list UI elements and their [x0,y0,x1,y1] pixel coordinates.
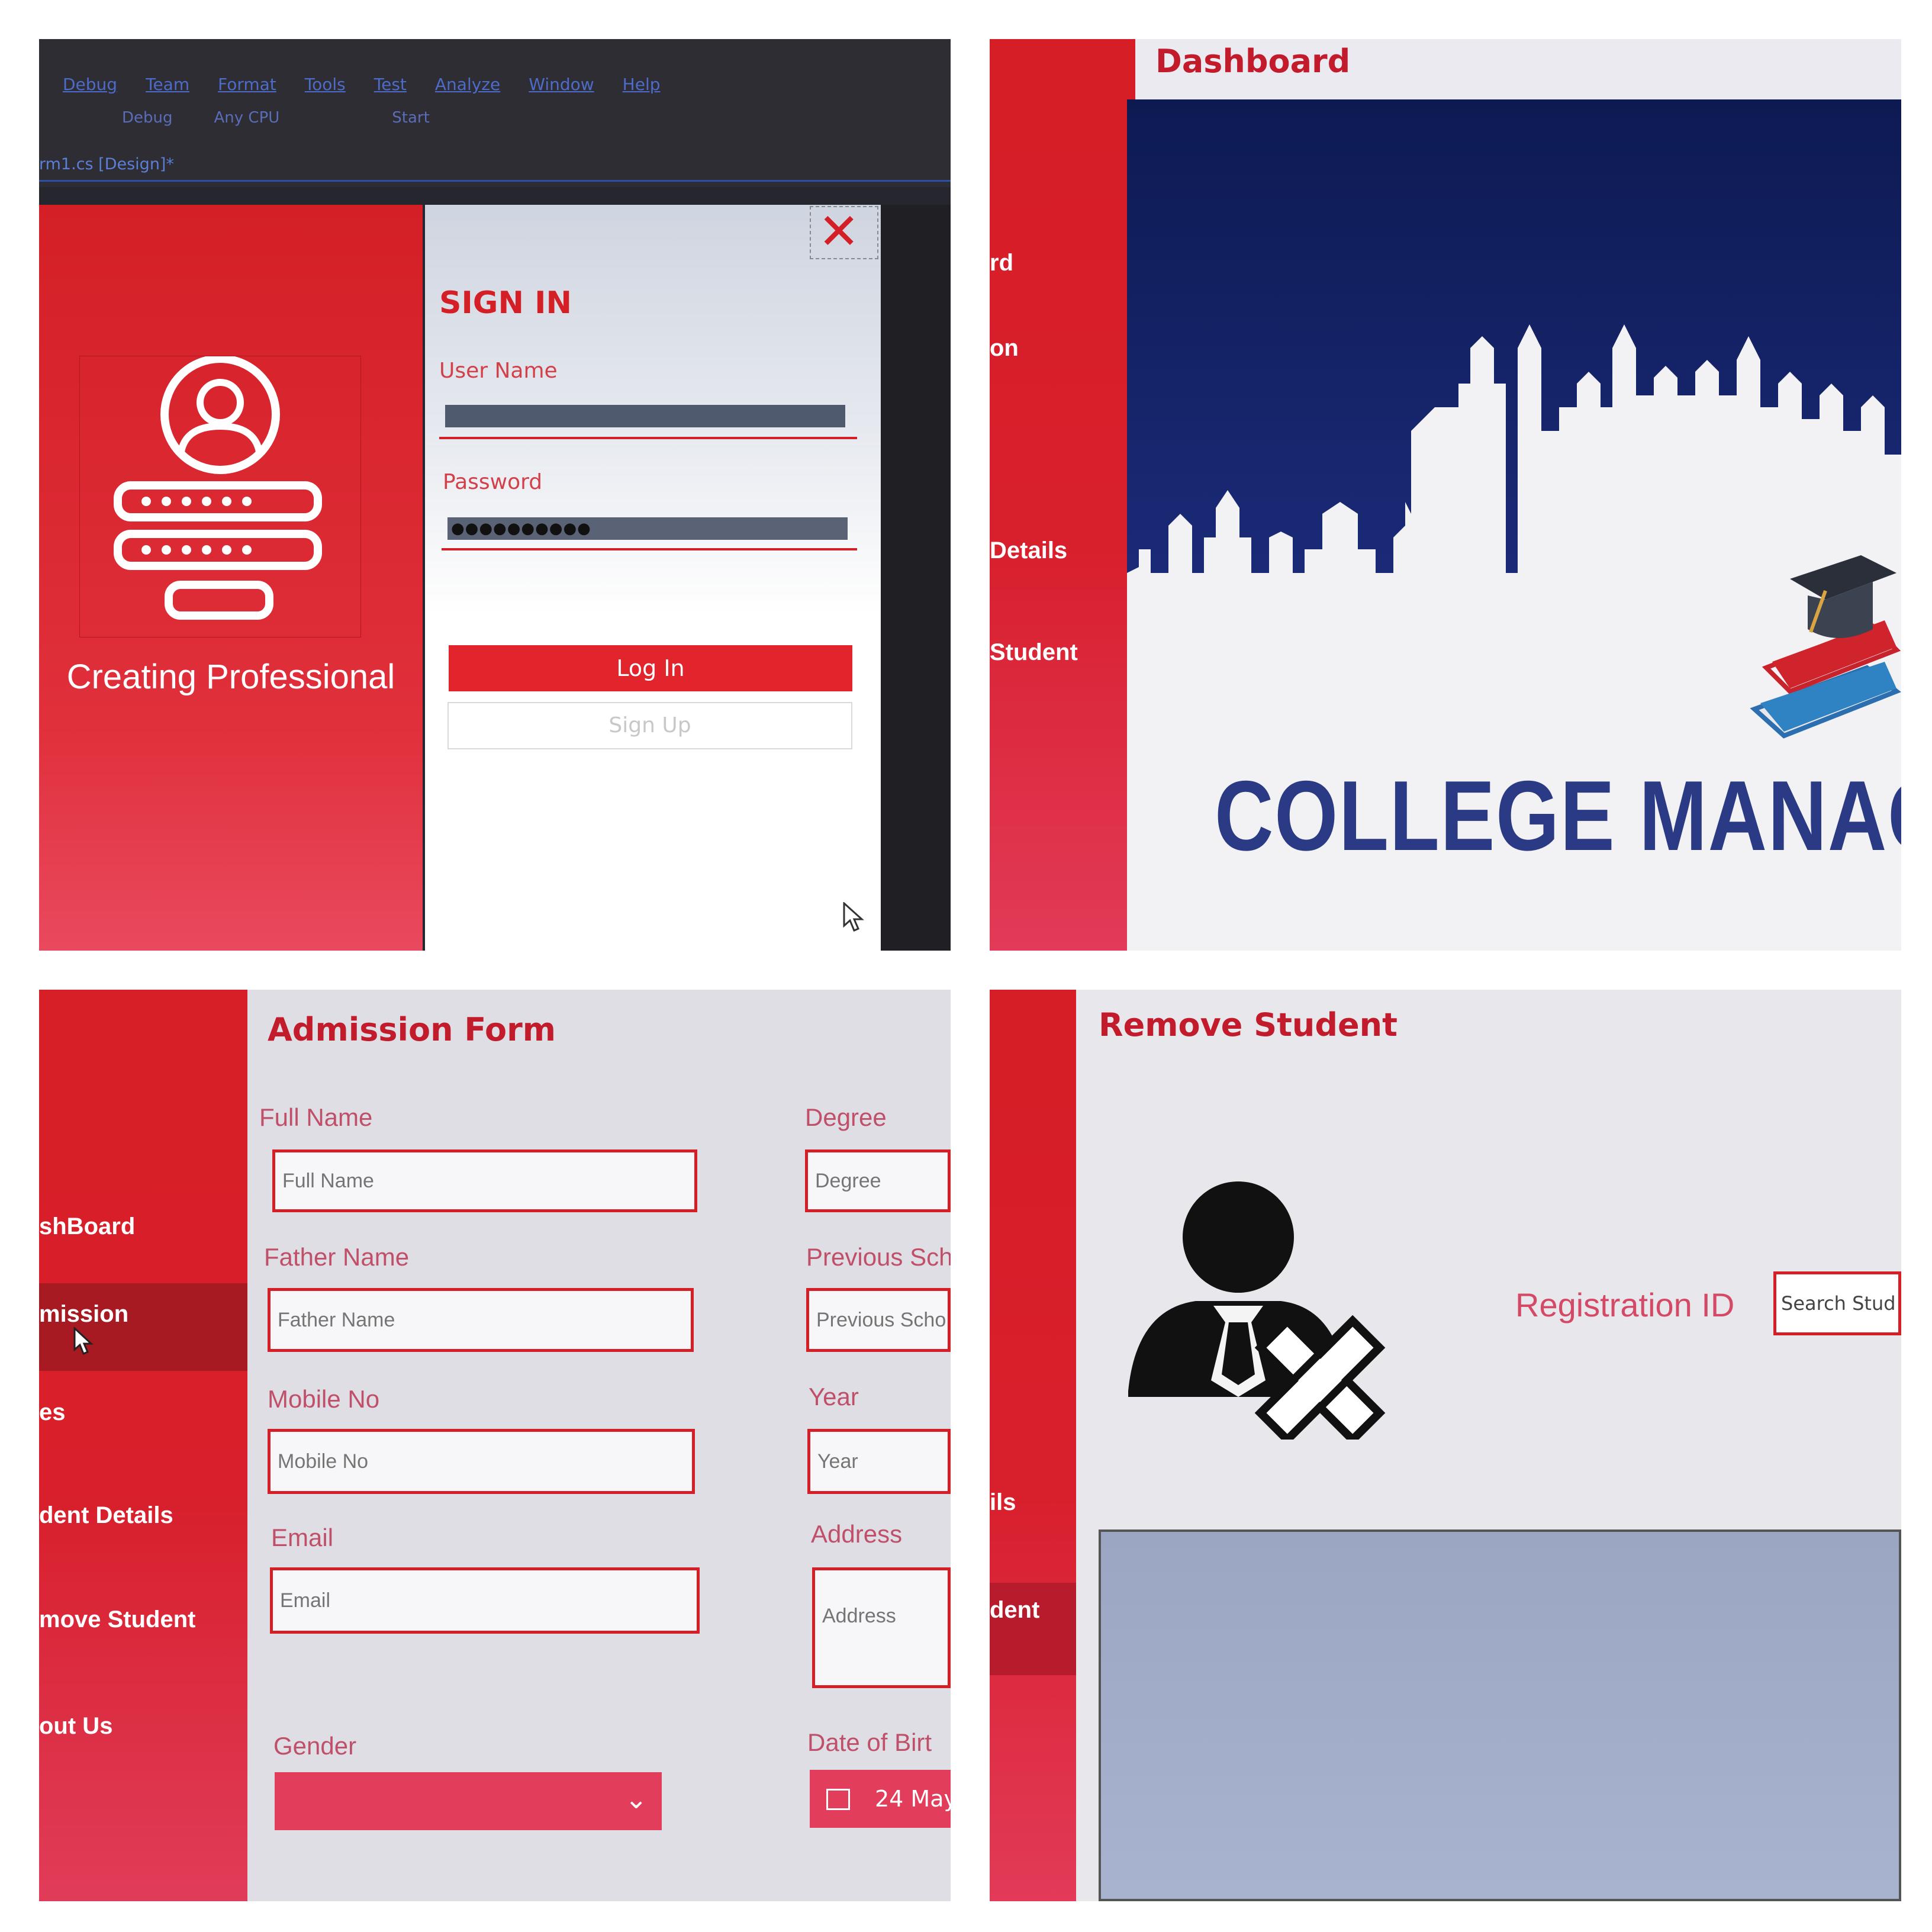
address-label: Address [811,1520,903,1548]
address-input[interactable] [812,1567,951,1688]
username-label: User Name [439,359,558,383]
mouse-cursor-icon [73,1327,94,1355]
dashboard-panel: rd on Details Student Dashboard COLLEGE … [990,39,1901,951]
degree-input[interactable] [805,1149,951,1212]
password-field[interactable]: ●●●●●●●●●● [447,517,848,540]
remove-student-panel: ils dent Remove Student Registration ID … [990,990,1901,1901]
gender-dropdown[interactable]: ⌄ [275,1772,662,1830]
config-dropdown[interactable]: Debug [122,109,173,127]
sidebar-item-admission[interactable]: on [990,335,1019,362]
sidebar-item-remove-student[interactable]: dent [990,1597,1039,1624]
sidebar-item-remove-student[interactable]: move Student [39,1606,195,1633]
degree-label: Degree [805,1103,887,1131]
sidebar-item-student-details[interactable]: Details [990,537,1067,564]
menu-team[interactable]: Team [146,75,189,94]
email-input[interactable] [270,1567,700,1634]
ide-menubar: Debug Team Format Tools Test Analyze Win… [39,39,951,187]
menu-debug[interactable]: Debug [63,75,117,94]
remove-user-icon [1128,1181,1386,1440]
admission-form-panel: shBoard mission es dent Details move Stu… [39,990,951,1901]
page-title: Dashboard [1155,43,1351,80]
sidebar-item-student-details[interactable]: dent Details [39,1502,173,1529]
gender-label: Gender [273,1732,357,1760]
student-data-grid[interactable] [1099,1530,1901,1901]
sidebar [39,990,247,1901]
chevron-down-icon: ⌄ [624,1783,648,1815]
menu-help[interactable]: Help [623,75,661,94]
platform-dropdown[interactable]: Any CPU [214,109,280,127]
year-label: Year [809,1383,859,1411]
page-title: Remove Student [1099,1006,1398,1044]
sidebar-item-admission[interactable]: mission [39,1301,128,1328]
username-field[interactable] [445,405,845,427]
sidebar: rd on Details Student [990,39,1135,951]
close-icon[interactable]: ✕ [818,202,859,260]
password-underline [442,548,857,550]
student-search-input[interactable]: Search Stud [1773,1271,1901,1335]
previous-school-input[interactable] [806,1288,951,1352]
full-name-input[interactable] [272,1149,697,1212]
full-name-label: Full Name [259,1103,373,1131]
father-name-input[interactable] [268,1288,694,1352]
login-button[interactable]: Log In [449,645,852,691]
sidebar [990,990,1076,1901]
tab-divider [39,180,951,182]
menu-format[interactable]: Format [218,75,276,94]
sidebar-item-remove-student[interactable]: Student [990,639,1078,666]
registration-id-label: Registration ID [1515,1286,1735,1324]
menu-tools[interactable]: Tools [305,75,346,94]
mobile-no-input[interactable] [268,1429,695,1494]
sidebar-item-about-us[interactable]: out Us [39,1713,112,1740]
calendar-icon [826,1789,850,1810]
menu-window[interactable]: Window [529,75,594,94]
start-button[interactable]: Start [392,109,430,127]
date-of-birth-label: Date of Birt [807,1728,932,1756]
brand-tagline: Creating Professional [66,658,395,696]
menu-analyze[interactable]: Analyze [435,75,500,94]
login-logo-icon [79,355,361,637]
page-title: Admission Form [268,1011,556,1048]
sidebar-item-fees[interactable]: es [39,1399,66,1426]
sidebar-item-student-details[interactable]: ils [990,1489,1016,1516]
signup-button[interactable]: Sign Up [447,702,852,749]
menu-test[interactable]: Test [374,75,407,94]
password-label: Password [443,470,543,494]
college-banner-text: COLLEGE MANAGEM [1215,760,1901,871]
year-input[interactable] [807,1429,951,1494]
signin-designer-panel: Debug Team Format Tools Test Analyze Win… [39,39,951,951]
father-name-label: Father Name [264,1243,410,1271]
designer-tab[interactable]: rm1.cs [Design]* [39,155,174,173]
mobile-no-label: Mobile No [268,1385,380,1413]
email-label: Email [271,1524,334,1551]
signin-title: SIGN IN [439,285,572,321]
designer-background [874,205,951,951]
mouse-cursor-icon [843,902,864,932]
sidebar-item-dashboard[interactable]: rd [990,250,1013,276]
previous-school-label: Previous Sch [806,1243,951,1271]
sidebar-item-dashboard[interactable]: shBoard [39,1213,135,1240]
username-underline [439,437,857,439]
